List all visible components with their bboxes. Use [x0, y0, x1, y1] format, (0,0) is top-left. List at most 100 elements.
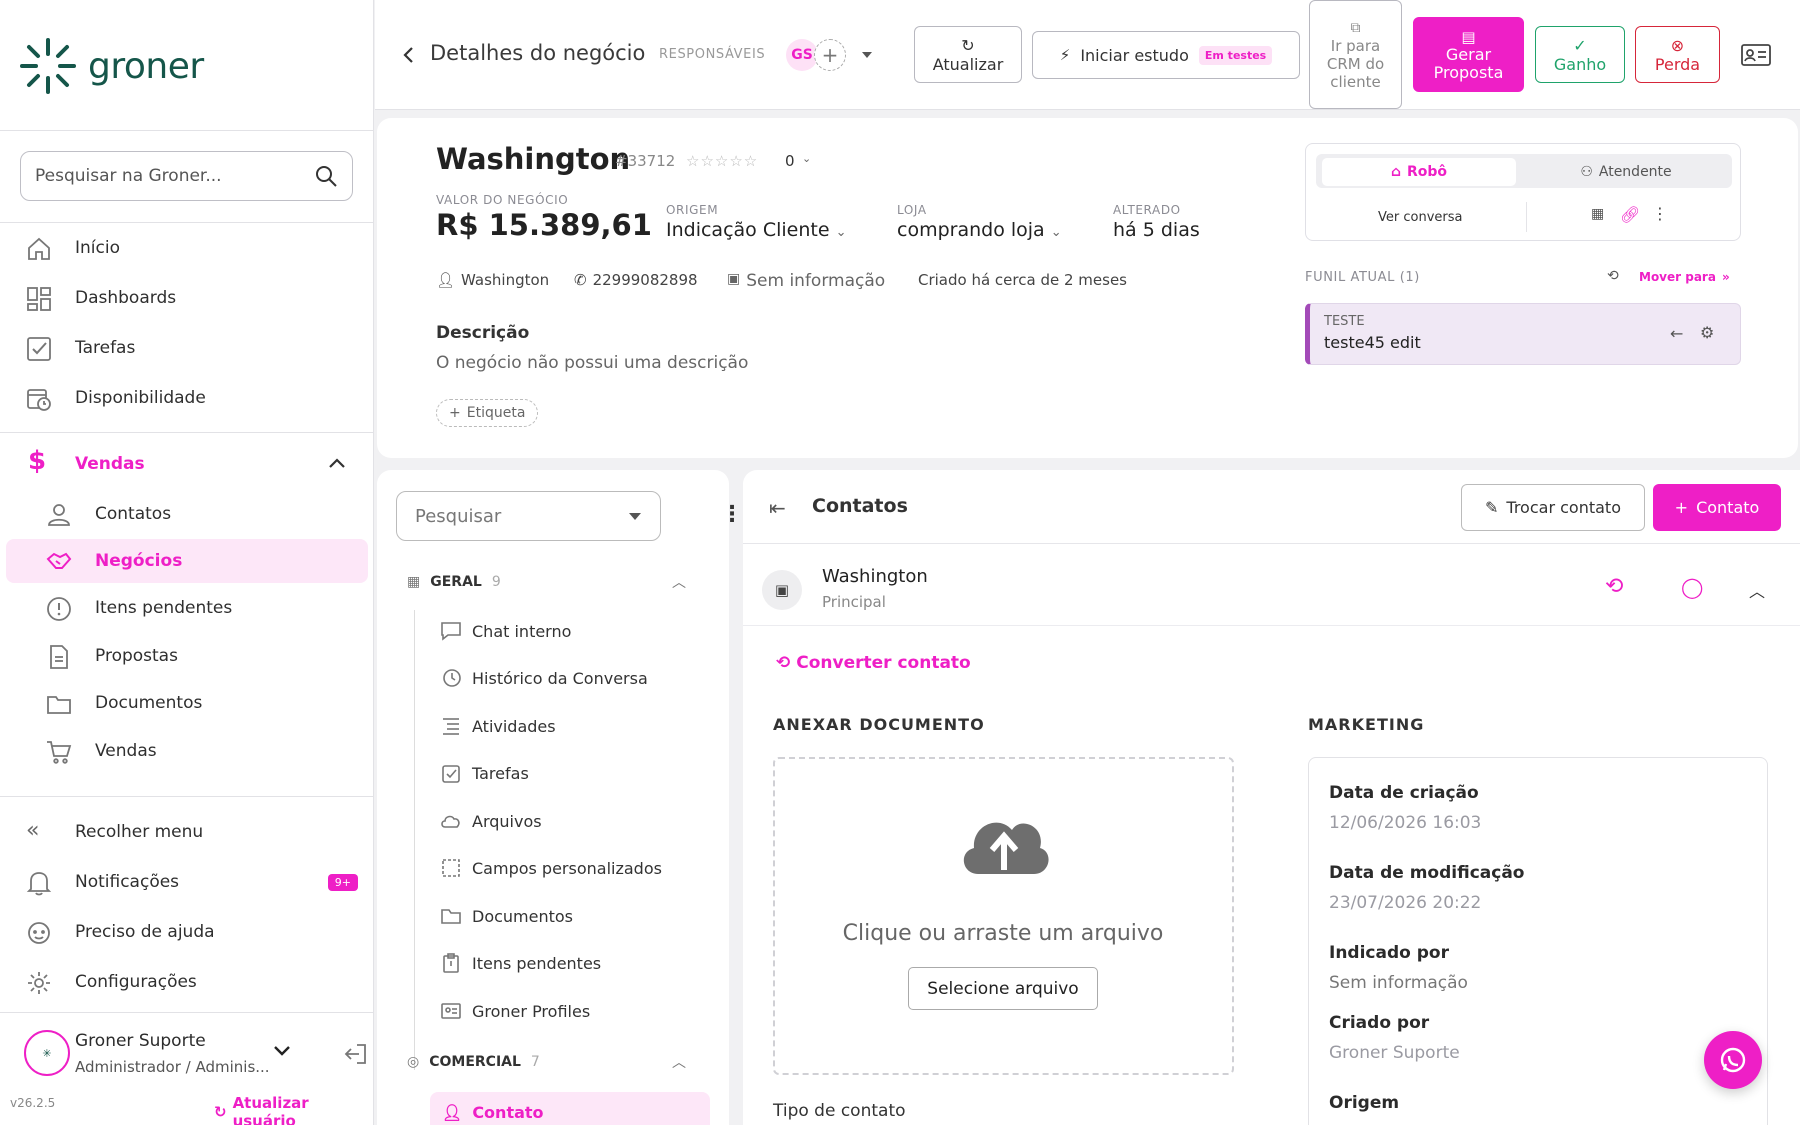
- tab-atendente[interactable]: ⚇ Atendente: [1526, 158, 1726, 186]
- deal-contact[interactable]: 👤︎ Washington: [436, 271, 549, 289]
- nav-dashboards[interactable]: Dashboards: [0, 276, 374, 320]
- tree-item-campos[interactable]: Campos personalizados: [440, 857, 662, 879]
- groner-logo[interactable]: groner: [18, 36, 204, 96]
- contact-card-icon[interactable]: [1741, 44, 1771, 66]
- chevron-up-icon[interactable]: [328, 456, 346, 470]
- tab-robo[interactable]: ⌂ Robô: [1322, 158, 1516, 186]
- tab-label: Robô: [1406, 164, 1448, 180]
- add-tag-button[interactable]: + Etiqueta: [436, 399, 539, 427]
- user-avatar[interactable]: ✳: [24, 1030, 70, 1076]
- nav-itens-pendentes[interactable]: Itens pendentes: [0, 586, 374, 630]
- tipo-contato-label: Tipo de contato: [773, 1101, 906, 1121]
- update-user-link[interactable]: ↻ Atualizar usuário: [214, 1094, 373, 1125]
- caret-down-icon[interactable]: [861, 51, 873, 59]
- add-contato-button[interactable]: + Contato: [1653, 484, 1781, 531]
- nav-tarefas[interactable]: Tarefas: [0, 326, 374, 370]
- tree-item-arquivos[interactable]: Arquivos: [440, 810, 542, 832]
- rating-stars[interactable]: ☆☆☆☆☆: [686, 152, 758, 170]
- created-info: Criado há cerca de 2 meses: [918, 271, 1127, 289]
- perda-button[interactable]: ⊗ Perda: [1635, 26, 1720, 83]
- nav-propostas[interactable]: Propostas: [0, 634, 374, 678]
- ganho-label: Ganho: [1553, 54, 1607, 74]
- iniciar-estudo-button[interactable]: ⚡ Iniciar estudo Em testes: [1032, 31, 1300, 79]
- contacts-panel: ⇤ Contatos ✎ Trocar contato + Contato ▣ Wa…: [743, 470, 1800, 1125]
- atualizar-button[interactable]: ↻ Atualizar: [914, 26, 1022, 83]
- nav-section-vendas[interactable]: $ Vendas: [0, 442, 374, 486]
- tree-item-itens-pendentes[interactable]: Itens pendentes: [440, 952, 601, 974]
- nav-configuracoes[interactable]: Configurações: [0, 960, 374, 1004]
- field-label: Origem: [1329, 1093, 1400, 1113]
- nav-label: Disponibilidade: [75, 388, 206, 408]
- tree-item-groner-profiles[interactable]: Groner Profiles: [440, 1000, 590, 1022]
- convert-icon: ⟲: [776, 653, 791, 673]
- chevron-down-icon[interactable]: [272, 1044, 292, 1058]
- nav-documentos[interactable]: Documentos: [0, 681, 374, 725]
- dashboard-icon: [27, 287, 51, 311]
- nav-disponibilidade[interactable]: Disponibilidade: [0, 376, 374, 420]
- x-circle-icon: ⊗: [1670, 35, 1685, 55]
- top-bar: Detalhes do negócio RESPONSÁVEIS GS + ↻ …: [375, 0, 1800, 110]
- group-comercial[interactable]: ◎ COMERCIAL 7: [407, 1054, 540, 1070]
- nav-ajuda[interactable]: Preciso de ajuda: [0, 910, 374, 954]
- deal-date[interactable]: ▣ Sem informação: [727, 271, 885, 291]
- upload-dropzone[interactable]: Clique ou arraste um arquivo Selecione a…: [773, 757, 1234, 1075]
- origem-label: ORIGEM: [666, 203, 719, 217]
- nav-negocios[interactable]: Negócios: [6, 539, 368, 583]
- chevron-up-icon[interactable]: ︿: [672, 572, 686, 592]
- more-vertical-icon[interactable]: ⋮: [1652, 204, 1668, 223]
- origem-value: Indicação Cliente: [666, 219, 830, 241]
- convert-contact-icon[interactable]: ⟲: [1605, 574, 1623, 599]
- trocar-contato-button[interactable]: ✎ Trocar contato: [1461, 484, 1645, 531]
- whatsapp-fab[interactable]: [1704, 1031, 1762, 1089]
- gerar-proposta-button[interactable]: ▤ Gerar Proposta: [1413, 17, 1524, 92]
- flash-icon: ⚡: [1059, 46, 1071, 64]
- nav-notificacoes[interactable]: Notificações 9+: [0, 860, 374, 904]
- chat-bubble-icon[interactable]: ◯: [1681, 575, 1703, 599]
- crm-cliente-button[interactable]: ⧉ Ir para CRM do cliente: [1309, 0, 1402, 109]
- chevron-down-icon[interactable]: ⌄: [802, 152, 811, 165]
- global-search-input[interactable]: Pesquisar na Groner...: [20, 151, 353, 201]
- select-file-button[interactable]: Selecione arquivo: [908, 967, 1098, 1010]
- arrow-left-icon[interactable]: ←: [1670, 324, 1683, 343]
- tree-item-contato[interactable]: 👤︎ Contato: [430, 1092, 710, 1125]
- group-geral[interactable]: ▦ GERAL 9: [407, 574, 501, 590]
- add-responsavel-button[interactable]: +: [814, 39, 846, 71]
- back-chevron-icon[interactable]: [401, 46, 415, 64]
- caret-down-icon: [629, 512, 641, 520]
- ver-conversa-link[interactable]: Ver conversa: [1378, 210, 1462, 225]
- nav-inicio[interactable]: Início: [0, 226, 374, 270]
- mover-para-link[interactable]: Mover para »: [1639, 270, 1730, 284]
- section-search-select[interactable]: Pesquisar: [396, 491, 661, 541]
- gear-icon[interactable]: ⚙: [1700, 323, 1714, 342]
- tree-item-atividades[interactable]: Atividades: [440, 715, 556, 737]
- group-label: COMERCIAL: [429, 1054, 521, 1070]
- more-vertical-icon[interactable]: ⋮: [721, 502, 743, 527]
- link-icon[interactable]: 🔗︎: [1620, 205, 1640, 224]
- qr-code-icon[interactable]: ▦: [1591, 206, 1604, 222]
- ganho-button[interactable]: ✓ Ganho: [1535, 26, 1625, 83]
- tree-item-tarefas[interactable]: Tarefas: [440, 762, 529, 784]
- logout-icon[interactable]: [343, 1043, 367, 1065]
- funil-stage-card[interactable]: TESTE teste45 edit ← ⚙: [1305, 303, 1741, 365]
- tree-item-historico[interactable]: Histórico da Conversa: [440, 667, 648, 689]
- list-icon: [443, 718, 459, 735]
- deal-phone[interactable]: ✆ 22999082898: [574, 271, 698, 289]
- chevron-up-icon[interactable]: ︿: [1749, 578, 1765, 602]
- nav-vendas[interactable]: Vendas: [0, 729, 374, 773]
- loja-select[interactable]: comprando loja ⌄: [897, 219, 1062, 241]
- deal-name: Washington: [436, 142, 631, 176]
- collapse-menu-button[interactable]: « Recolher menu: [0, 810, 374, 854]
- custom-fields-icon: [442, 859, 460, 877]
- loja-value: comprando loja: [897, 219, 1045, 241]
- collapse-left-icon[interactable]: ⇤: [769, 496, 786, 520]
- contact-name: Washington: [822, 566, 928, 587]
- home-icon: [28, 237, 50, 260]
- chevron-down-icon: ⌄: [835, 225, 847, 240]
- tree-item-chat-interno[interactable]: Chat interno: [440, 620, 571, 642]
- tree-item-documentos[interactable]: Documentos: [440, 905, 573, 927]
- origem-select[interactable]: Indicação Cliente ⌄: [666, 219, 846, 241]
- history-icon[interactable]: ⟲: [1607, 268, 1619, 284]
- nav-contatos[interactable]: Contatos: [0, 492, 374, 536]
- converter-contato-link[interactable]: ⟲ Converter contato: [776, 653, 971, 673]
- chevron-up-icon[interactable]: ︿: [672, 1052, 686, 1072]
